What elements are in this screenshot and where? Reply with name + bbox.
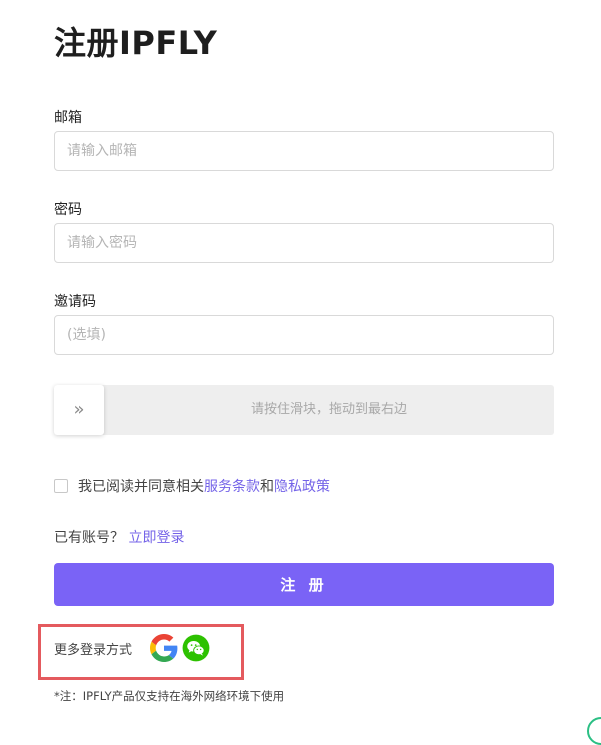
- invite-code-label: 邀请码: [54, 294, 96, 310]
- agreement-prefix: 我已阅读并同意相关: [78, 479, 204, 495]
- existing-account-question: 已有账号？: [54, 530, 124, 546]
- captcha-slider-track[interactable]: » 请按住滑块，拖动到最右边: [54, 385, 554, 435]
- existing-account-row: 已有账号？ 立即登录: [54, 527, 184, 547]
- agreement-row: 我已阅读并同意相关 服务条款 和 隐私政策: [54, 477, 330, 495]
- terms-of-service-link[interactable]: 服务条款: [204, 476, 260, 496]
- agreement-conjunction: 和: [260, 479, 274, 495]
- corner-decoration: [587, 717, 601, 745]
- agreement-checkbox[interactable]: [54, 479, 68, 493]
- privacy-policy-link[interactable]: 隐私政策: [274, 476, 330, 496]
- captcha-slider-hint: 请按住滑块，拖动到最右边: [250, 402, 407, 417]
- password-input[interactable]: [54, 223, 554, 263]
- password-label: 密码: [54, 202, 82, 218]
- wechat-icon[interactable]: [182, 634, 210, 662]
- email-input[interactable]: [54, 131, 554, 171]
- more-login-methods: 更多登录方式: [54, 634, 214, 662]
- more-login-label: 更多登录方式: [54, 642, 133, 658]
- login-link[interactable]: 立即登录: [128, 530, 184, 546]
- double-chevron-right-icon: »: [73, 399, 85, 420]
- register-button[interactable]: 注 册: [54, 563, 554, 606]
- captcha-slider-handle[interactable]: »: [54, 385, 104, 435]
- page-title: 注册IPFLY: [54, 24, 218, 62]
- invite-code-input[interactable]: [54, 315, 554, 355]
- google-icon[interactable]: [150, 634, 178, 662]
- email-label: 邮箱: [54, 110, 82, 126]
- overseas-usage-note: *注：IPFLY产品仅支持在海外网络环境下使用: [54, 689, 285, 703]
